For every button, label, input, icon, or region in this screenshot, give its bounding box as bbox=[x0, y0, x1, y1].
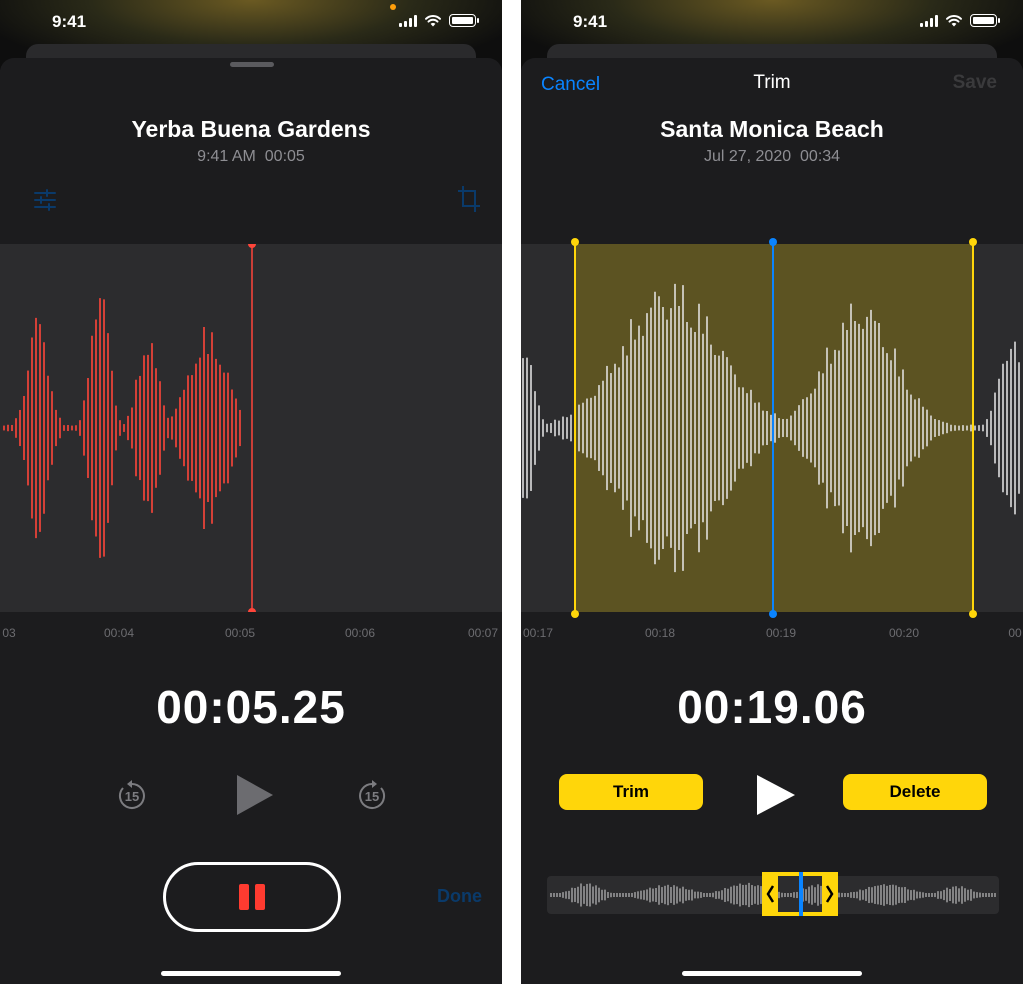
play-icon[interactable] bbox=[234, 772, 276, 818]
recording-date: Jul 27, 2020 bbox=[703, 148, 792, 165]
timeline-label: 00 bbox=[1008, 626, 1022, 640]
timeline-label: 00:20 bbox=[888, 626, 920, 640]
sliders-icon[interactable] bbox=[32, 188, 58, 212]
save-button[interactable]: Save bbox=[953, 72, 997, 94]
timeline-label: 03 bbox=[2, 626, 16, 640]
timeline-label: 00:05 bbox=[224, 626, 256, 640]
playhead-line-dot bbox=[769, 238, 777, 246]
crop-icon[interactable] bbox=[456, 184, 482, 214]
battery-icon bbox=[970, 14, 1000, 27]
waveform bbox=[3, 244, 256, 612]
trim-start-handle-dot bbox=[571, 238, 579, 246]
recording-meta: Jul 27, 2020 00:34 bbox=[521, 148, 1023, 166]
recording-duration: 00:05 bbox=[264, 148, 305, 165]
pause-button[interactable] bbox=[163, 862, 341, 932]
trim-handles[interactable] bbox=[521, 236, 1023, 620]
skip-forward-label: 15 bbox=[364, 789, 380, 804]
trim-button[interactable]: Trim bbox=[559, 774, 703, 810]
status-time: 9:41 bbox=[52, 12, 87, 31]
timeline-ruler: 00:17 00:18 00:19 00:20 00 bbox=[521, 612, 1023, 652]
pause-icon-bar bbox=[239, 884, 249, 910]
waveform-area[interactable] bbox=[0, 244, 502, 612]
nav-title: Trim bbox=[753, 72, 791, 93]
delete-button[interactable]: Delete bbox=[843, 774, 987, 810]
recording-time: 9:41 AM bbox=[197, 148, 256, 165]
wifi-icon bbox=[425, 14, 441, 27]
privacy-indicator bbox=[390, 4, 396, 10]
timeline-label: 00:17 bbox=[522, 626, 554, 640]
battery-icon bbox=[449, 14, 479, 27]
timeline-label: 00:07 bbox=[467, 626, 499, 640]
home-indicator bbox=[682, 971, 862, 976]
status-bar: 9:41 bbox=[0, 0, 502, 44]
elapsed-time: 00:05.25 bbox=[156, 681, 346, 733]
recording-screen: 9:41 Yerba Buena Gardens 9:41 AM 00:05 0… bbox=[0, 0, 502, 984]
play-icon[interactable] bbox=[754, 772, 798, 818]
timeline-label: 00:04 bbox=[103, 626, 135, 640]
signal-icon bbox=[399, 14, 417, 27]
recording-meta: 9:41 AM 00:05 bbox=[0, 148, 502, 166]
sheet-grabber[interactable] bbox=[230, 62, 274, 67]
timeline-label: 00:19 bbox=[765, 626, 797, 640]
overview-selection[interactable] bbox=[762, 872, 842, 916]
playhead-dot bbox=[248, 244, 256, 248]
wifi-icon bbox=[946, 14, 962, 27]
done-button[interactable]: Done bbox=[437, 886, 482, 907]
home-indicator bbox=[161, 971, 341, 976]
recording-duration: 00:34 bbox=[800, 148, 841, 165]
recording-title: Santa Monica Beach bbox=[660, 116, 884, 142]
trim-end-handle-dot bbox=[969, 238, 977, 246]
status-time: 9:41 bbox=[573, 12, 608, 31]
timeline-label: 00:06 bbox=[344, 626, 376, 640]
timeline-label: 00:18 bbox=[644, 626, 676, 640]
status-indicators bbox=[920, 14, 1000, 27]
status-indicators bbox=[399, 14, 479, 27]
skip-back-15-button[interactable]: 15 bbox=[114, 778, 150, 814]
signal-icon bbox=[920, 14, 938, 27]
pause-icon-bar bbox=[255, 884, 265, 910]
elapsed-time: 00:19.06 bbox=[677, 681, 867, 733]
trim-screen: 9:41 Cancel Trim Save Santa Monica Beach… bbox=[521, 0, 1023, 984]
status-bar: 9:41 bbox=[521, 0, 1023, 44]
recording-title: Yerba Buena Gardens bbox=[131, 116, 371, 142]
timeline-ruler: 03 00:04 00:05 00:06 00:07 bbox=[0, 612, 502, 652]
skip-forward-15-button[interactable]: 15 bbox=[354, 778, 390, 814]
skip-back-label: 15 bbox=[124, 789, 140, 804]
